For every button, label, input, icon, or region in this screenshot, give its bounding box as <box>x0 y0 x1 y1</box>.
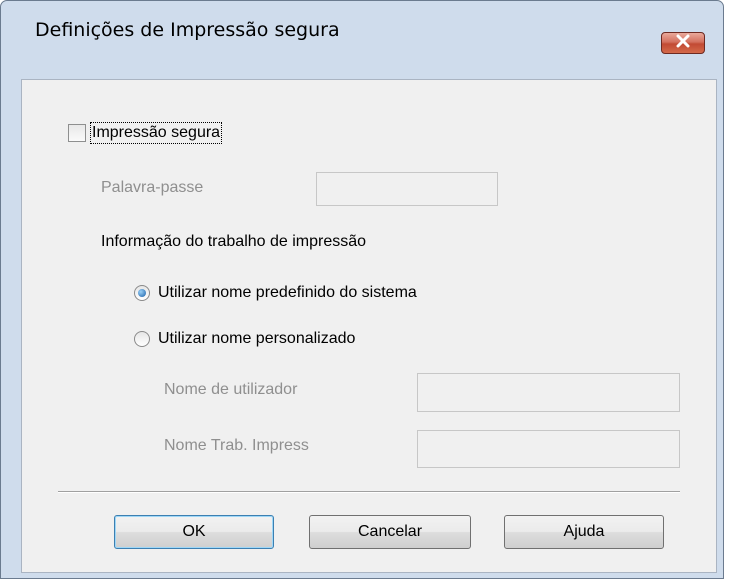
radio-default-name-button[interactable] <box>134 285 150 301</box>
username-label: Nome de utilizador <box>164 381 298 398</box>
job-info-label: Informação do trabalho de impressão <box>101 233 367 250</box>
password-field[interactable] <box>316 172 498 206</box>
password-label: Palavra-passe <box>101 179 204 196</box>
cancel-button[interactable]: Cancelar <box>309 515 471 549</box>
radio-custom-name[interactable]: Utilizar nome personalizado <box>134 330 355 348</box>
secure-print-checkbox[interactable] <box>68 124 86 142</box>
username-field[interactable] <box>417 373 680 412</box>
close-icon <box>675 34 691 53</box>
help-button[interactable]: Ajuda <box>504 515 664 549</box>
jobname-label: Nome Trab. Impress <box>164 437 309 454</box>
radio-default-name[interactable]: Utilizar nome predefinido do sistema <box>134 284 417 302</box>
ok-button[interactable]: OK <box>114 515 274 549</box>
secure-print-label[interactable]: Impressão segura <box>89 122 223 144</box>
button-separator <box>58 491 680 493</box>
radio-selected-dot <box>138 289 146 297</box>
jobname-field[interactable] <box>417 430 680 468</box>
radio-custom-name-label[interactable]: Utilizar nome personalizado <box>158 330 355 348</box>
title-bar[interactable]: Definições de Impressão segura <box>1 1 723 54</box>
dialog-content: Impressão segura Palavra-passe Informaçã… <box>21 79 717 573</box>
dialog-window: Definições de Impressão segura Impressão… <box>0 0 724 579</box>
window-title: Definições de Impressão segura <box>35 19 340 41</box>
secure-print-row[interactable]: Impressão segura <box>68 122 223 144</box>
radio-custom-name-button[interactable] <box>134 331 150 347</box>
close-button[interactable] <box>661 32 705 54</box>
radio-default-name-label[interactable]: Utilizar nome predefinido do sistema <box>158 284 417 302</box>
